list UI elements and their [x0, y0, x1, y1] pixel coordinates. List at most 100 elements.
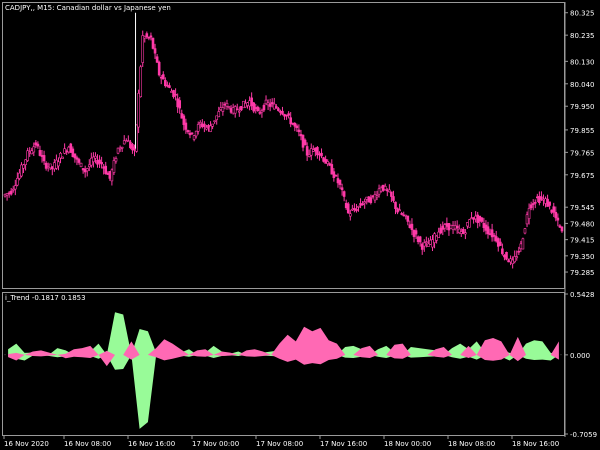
candle-body [404, 214, 408, 217]
candle-body [14, 185, 17, 190]
candle-body [457, 228, 461, 234]
candle-body [538, 195, 541, 204]
candle-body [229, 108, 233, 113]
candle-body [474, 215, 477, 220]
candle-body [351, 208, 354, 211]
candle-body [552, 206, 556, 213]
price-tick-label: 79.415 [570, 237, 595, 245]
candle-body [316, 147, 319, 156]
candle-body [147, 36, 151, 39]
candle-body [513, 256, 517, 263]
candle-body [527, 208, 531, 219]
candle-body [40, 155, 44, 157]
candle-body [28, 151, 31, 154]
candle-body [46, 166, 50, 169]
candle-body [326, 161, 329, 165]
candle-body [129, 141, 132, 149]
candle-body [277, 108, 280, 111]
candle-body [83, 168, 87, 173]
candle-body [330, 164, 334, 175]
candle-body [59, 153, 62, 159]
candle-body [503, 254, 506, 258]
candle-body [398, 209, 401, 212]
candle-body [408, 224, 412, 229]
candle-body [490, 229, 494, 238]
candle-body [77, 159, 81, 163]
candle-body [196, 124, 200, 132]
candle-body [501, 248, 504, 255]
candle-body [435, 235, 438, 241]
candle-body [289, 117, 292, 125]
candle-body [511, 259, 514, 264]
candle-body [213, 120, 216, 122]
candle-body [447, 222, 451, 231]
candle-body [279, 111, 282, 113]
candle-body [373, 194, 377, 201]
candle-body [525, 214, 529, 225]
candle-body [174, 93, 177, 96]
candle-body [207, 125, 210, 128]
candle-body [429, 239, 432, 245]
candle-body [7, 192, 11, 195]
candle-body [5, 193, 9, 196]
candle-body [118, 147, 122, 150]
candle-body [106, 173, 110, 175]
candle-body [186, 130, 190, 133]
candle-body [223, 103, 227, 106]
candle-body [320, 152, 323, 157]
candle-body [127, 140, 130, 142]
candle-body [414, 230, 418, 235]
candle-body [554, 211, 558, 219]
candle-body [131, 144, 134, 151]
candle-body [252, 102, 256, 112]
candle-body [145, 33, 149, 38]
candle-body [334, 175, 338, 177]
candle-body [164, 80, 167, 87]
candle-body [336, 178, 340, 184]
candle-body [505, 251, 508, 260]
candle-body [151, 37, 155, 49]
candle-body [416, 236, 420, 242]
candle-body [439, 227, 443, 234]
candle-body [311, 149, 315, 152]
candle-body [375, 195, 379, 198]
candle-body [293, 122, 297, 127]
candle-body [482, 223, 486, 228]
indicator-title: i_Trend -0.1817 0.1853 [5, 294, 86, 302]
candle-body [342, 191, 346, 197]
candle-body [453, 225, 457, 230]
candle-body [550, 209, 553, 213]
candle-body [141, 35, 145, 63]
candle-body [112, 160, 116, 173]
candle-body [348, 213, 352, 217]
candle-body [139, 66, 142, 97]
candle-body [455, 225, 459, 229]
candle-body [36, 143, 40, 147]
candle-body [515, 256, 519, 259]
candle-body [433, 233, 436, 243]
candle-body [272, 103, 276, 110]
candle-body [359, 203, 362, 206]
candle-body [153, 48, 157, 54]
candle-body [519, 243, 523, 250]
candle-body [9, 190, 13, 195]
candle-body [67, 146, 71, 153]
candle-body [548, 201, 551, 206]
candle-body [16, 178, 19, 186]
candle-body [260, 110, 264, 113]
candle-body [198, 122, 202, 125]
candle-body [517, 250, 521, 253]
candle-body [79, 162, 83, 168]
candle-body [63, 148, 66, 154]
candle-body [427, 243, 430, 247]
time-tick-label: 16 Nov 16:00 [128, 440, 175, 448]
candle-body [120, 146, 124, 149]
time-tick-label: 18 Nov 00:00 [384, 440, 431, 448]
candle-body [468, 219, 471, 228]
chart-window[interactable]: CADJPY,, M15: Canadian dollar vs Japanes… [0, 0, 600, 450]
candle-body [71, 148, 75, 157]
candle-body [90, 157, 93, 166]
chart-canvas[interactable]: CADJPY,, M15: Canadian dollar vs Japanes… [0, 0, 600, 450]
candle-body [309, 148, 313, 156]
candle-body [462, 228, 465, 234]
